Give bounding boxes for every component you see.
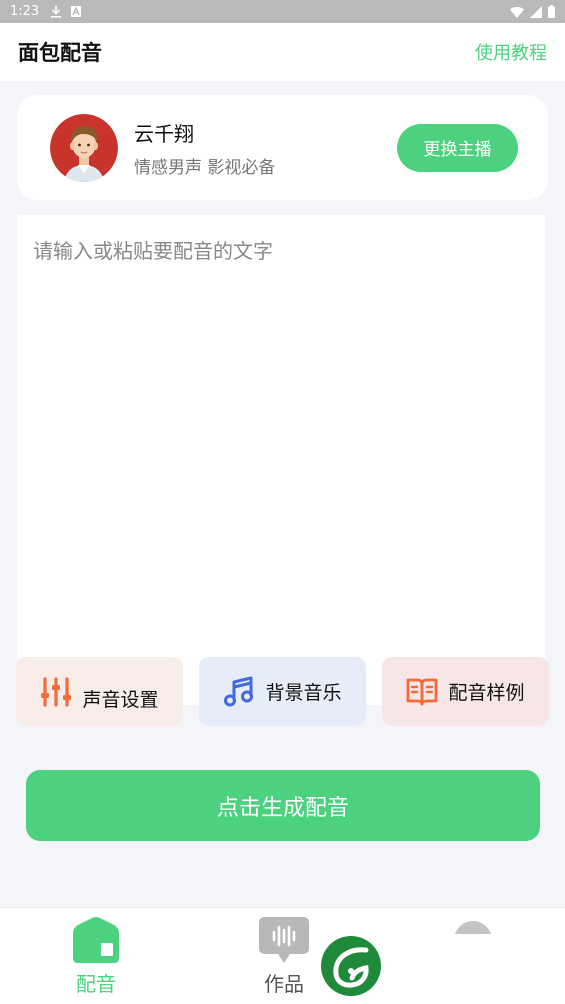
profile-icon [454, 921, 492, 934]
wifi-icon [510, 6, 524, 18]
nav-item-works[interactable]: 作品 [254, 916, 314, 997]
download-icon [51, 5, 62, 18]
a-icon [71, 6, 82, 17]
signal-icon [530, 5, 542, 18]
app-logo-button[interactable] [321, 936, 381, 996]
nav-label-works: 作品 [264, 972, 304, 996]
avatar-illustration [50, 113, 118, 182]
generate-dubbing-button[interactable]: 点击生成配音 [26, 770, 540, 841]
host-name: 云千翔 [134, 121, 194, 146]
voice-settings-button[interactable]: 声音设置 [16, 657, 183, 726]
waveform-icon [259, 917, 309, 963]
change-host-button[interactable]: 更换主播 [397, 123, 518, 172]
app-header: 面包配音 使用教程 [0, 23, 565, 81]
equalizer-icon [41, 676, 72, 707]
nav-label-dubbing: 配音 [76, 972, 116, 996]
host-description: 情感男声 影视必备 [134, 157, 276, 178]
dubbing-samples-button[interactable]: 配音样例 [382, 657, 549, 726]
status-bar: 1:23 [0, 0, 565, 23]
leaf-logo-icon [321, 936, 381, 996]
music-note-icon [224, 676, 254, 706]
host-avatar[interactable] [50, 113, 118, 182]
tutorial-link[interactable]: 使用教程 [475, 39, 547, 65]
background-music-button[interactable]: 背景音乐 [199, 657, 366, 726]
background-music-label: 背景音乐 [265, 682, 342, 704]
book-icon [407, 678, 438, 705]
bottom-nav: 配音 作品 [0, 907, 565, 1004]
host-info: 云千翔 情感男声 影视必备 [134, 118, 275, 178]
battery-icon [548, 5, 555, 18]
app-screen: 1:23 面包配音 使用教程 云千翔 情感男声 影视必备 更换主播 请输入或粘贴… [0, 0, 565, 1004]
nav-item-profile[interactable] [450, 914, 496, 934]
home-icon [73, 917, 119, 963]
dubbing-text-input[interactable]: 请输入或粘贴要配音的文字 [17, 215, 545, 705]
host-card: 云千翔 情感男声 影视必备 更换主播 [17, 95, 548, 200]
nav-item-dubbing[interactable]: 配音 [66, 916, 126, 997]
text-input-placeholder: 请输入或粘贴要配音的文字 [33, 239, 273, 263]
status-time: 1:23 [10, 4, 40, 19]
voice-settings-label: 声音设置 [82, 689, 159, 711]
page-title: 面包配音 [18, 41, 102, 65]
dubbing-samples-label: 配音样例 [448, 682, 525, 704]
